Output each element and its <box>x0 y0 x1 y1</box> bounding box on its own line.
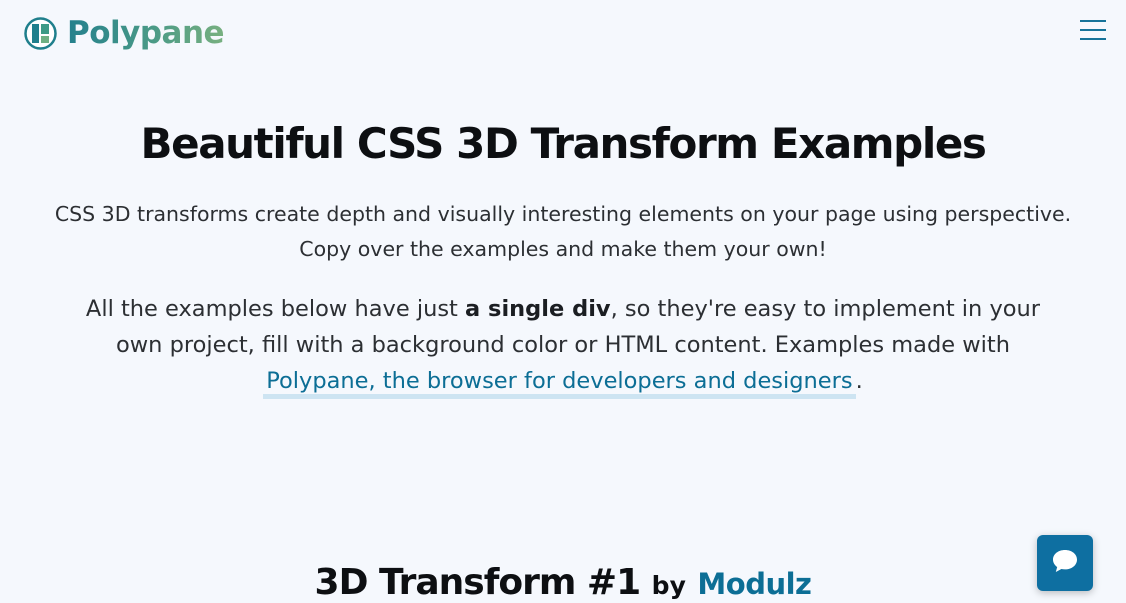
description-paragraph: All the examples below have just a singl… <box>83 291 1043 399</box>
polypane-link[interactable]: Polypane, the browser for developers and… <box>263 368 856 399</box>
intro-line-1: CSS 3D transforms create depth and visua… <box>54 202 1072 226</box>
section-heading: 3D Transform #1 by Modulz <box>0 562 1126 603</box>
author-link[interactable]: Modulz <box>697 567 812 601</box>
intro-line-2: Copy over the examples and make them you… <box>299 237 827 261</box>
polypane-logo-link[interactable]: Polypane <box>24 15 225 51</box>
section-by-label: by <box>651 571 686 600</box>
brand-name: Polypane <box>67 15 225 51</box>
chat-button[interactable] <box>1037 535 1093 591</box>
intro-paragraph: CSS 3D transforms create depth and visua… <box>0 197 1126 267</box>
polypane-logo-icon <box>24 16 57 50</box>
top-navigation-bar: Polypane <box>0 0 1126 66</box>
description-text-end: . <box>855 368 863 394</box>
page-title: Beautiful CSS 3D Transform Examples <box>140 119 987 168</box>
section-title-text: 3D Transform #1 <box>314 562 642 603</box>
hero-section: Beautiful CSS 3D Transform Examples CSS … <box>0 112 1126 399</box>
chat-bubble-icon <box>1051 548 1079 578</box>
description-bold-text: a single div <box>465 296 611 322</box>
hamburger-menu-icon[interactable] <box>1078 17 1108 43</box>
description-text-start: All the examples below have just <box>85 296 466 322</box>
